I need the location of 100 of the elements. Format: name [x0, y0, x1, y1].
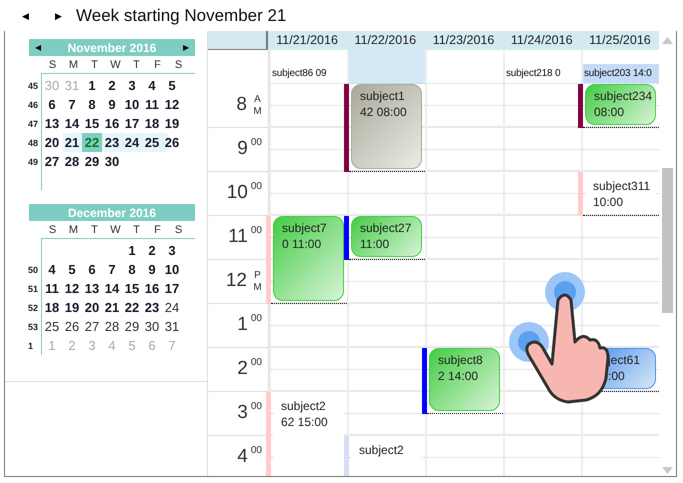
weekday-label: T: [90, 224, 99, 236]
all-day-cell[interactable]: [347, 50, 425, 84]
calendar-day[interactable]: 18: [142, 114, 162, 133]
event-card[interactable]: subject8 2 14:00: [429, 348, 500, 411]
all-day-cell[interactable]: [425, 50, 503, 84]
weekday-label: F: [153, 224, 162, 236]
event-card[interactable]: subject7 0 11:00: [273, 216, 344, 301]
calendar-day[interactable]: 29: [122, 317, 142, 336]
minutes-label: 00: [250, 182, 262, 194]
calendar-day[interactable]: 2: [142, 241, 162, 260]
minutes-label: 00: [250, 402, 262, 414]
am-pm-label: P M: [253, 270, 262, 295]
calendar-day[interactable]: 18: [42, 298, 62, 317]
calendar-day[interactable]: 1: [122, 241, 142, 260]
calendar-day[interactable]: 11: [142, 95, 162, 114]
calendar-day[interactable]: 6: [42, 95, 62, 114]
calendar-day[interactable]: 26: [162, 133, 182, 152]
calendar-day[interactable]: 14: [102, 279, 122, 298]
calendar-day[interactable]: 9: [142, 260, 162, 279]
event-card[interactable]: subject234 08:00: [585, 84, 656, 125]
calendar-day[interactable]: 26: [62, 317, 82, 336]
calendar-day[interactable]: 15: [122, 279, 142, 298]
scrollbar-thumb[interactable]: [662, 168, 673, 313]
calendar-day[interactable]: 19: [62, 298, 82, 317]
calendar-day[interactable]: 16: [142, 279, 162, 298]
calendar-day[interactable]: 24: [122, 133, 142, 152]
date-header[interactable]: 11/21/2016: [268, 31, 346, 50]
calendar-day[interactable]: 17: [162, 279, 182, 298]
calendar-day[interactable]: 20: [42, 133, 62, 152]
hour-label: 8: [236, 94, 247, 117]
calendar-day[interactable]: 10: [162, 260, 182, 279]
calendar-day[interactable]: 29: [82, 152, 102, 171]
calendar-day[interactable]: 9: [102, 95, 122, 114]
calendar-day[interactable]: 17: [122, 114, 142, 133]
calendar-day[interactable]: 13: [82, 279, 102, 298]
calendar-day[interactable]: 1: [82, 76, 102, 95]
calendar-day[interactable]: 22: [122, 298, 142, 317]
date-header[interactable]: 11/24/2016: [502, 31, 581, 50]
calendar-day[interactable]: 13: [42, 114, 62, 133]
hour-label: 11: [228, 226, 248, 249]
all-day-event[interactable]: subject203 14:0: [583, 64, 659, 83]
all-day-cell[interactable]: subject203 14:0: [581, 50, 659, 84]
all-day-event[interactable]: subject218 0: [505, 64, 581, 83]
calendar-day[interactable]: 4: [42, 260, 62, 279]
calendar-day[interactable]: 21: [102, 298, 122, 317]
calendar-day[interactable]: 3: [162, 241, 182, 260]
calendar-day[interactable]: 12: [62, 279, 82, 298]
calendar-day[interactable]: 31: [162, 317, 182, 336]
am-pm-label: A M: [253, 94, 262, 119]
month-title: November 2016: [68, 40, 156, 54]
calendar-day[interactable]: 5: [162, 76, 182, 95]
calendar-day[interactable]: 30: [142, 317, 162, 336]
calendar-day[interactable]: 21: [62, 133, 82, 152]
calendar-day[interactable]: 30: [102, 152, 122, 171]
calendar-day[interactable]: 28: [62, 152, 82, 171]
event-card[interactable]: subject27 11:00: [351, 216, 422, 257]
calendar-day[interactable]: 19: [162, 114, 182, 133]
minutes-label: 00: [250, 446, 262, 458]
week-number: 49: [28, 156, 40, 166]
calendar-day[interactable]: 7: [102, 260, 122, 279]
calendar-day[interactable]: 27: [42, 152, 62, 171]
calendar-day[interactable]: 28: [102, 317, 122, 336]
calendar-day[interactable]: 24: [162, 298, 182, 317]
all-day-cell[interactable]: subject218 0: [503, 50, 581, 84]
calendar-day[interactable]: 23: [142, 298, 162, 317]
week-number: 52: [28, 302, 40, 312]
calendar-day[interactable]: 12: [162, 95, 182, 114]
calendar-day[interactable]: 2: [102, 76, 122, 95]
calendar-day[interactable]: 15: [82, 114, 102, 133]
scroll-up-icon[interactable]: [662, 37, 674, 44]
hour-label: 2: [237, 358, 248, 381]
previous-week-button[interactable]: ◀: [14, 10, 37, 20]
calendar-day[interactable]: 14: [62, 114, 82, 133]
calendar-day[interactable]: 8: [122, 260, 142, 279]
calendar-day[interactable]: 8: [82, 95, 102, 114]
calendar-day[interactable]: 10: [122, 95, 142, 114]
calendar-day[interactable]: 5: [62, 260, 82, 279]
next-week-button[interactable]: ▶: [47, 10, 70, 20]
date-header[interactable]: 11/25/2016: [580, 31, 660, 50]
weekday-label: S: [48, 58, 58, 70]
event-card[interactable]: subject1 42 08:00: [351, 84, 422, 169]
calendar-day[interactable]: 25: [42, 317, 62, 336]
week-number: 51: [28, 284, 40, 294]
calendar-day[interactable]: 11: [42, 279, 62, 298]
calendar-day[interactable]: 7: [62, 95, 82, 114]
calendar-day[interactable]: 27: [82, 317, 102, 336]
calendar-day[interactable]: 25: [142, 133, 162, 152]
date-header[interactable]: 11/22/2016: [346, 31, 424, 50]
hour-label: 9: [237, 138, 248, 161]
calendar-day[interactable]: 20: [82, 298, 102, 317]
calendar-day[interactable]: 3: [122, 76, 142, 95]
previous-month-button[interactable]: ◀: [29, 43, 47, 52]
calendar-day[interactable]: 23: [102, 133, 122, 152]
calendar-day[interactable]: 4: [142, 76, 162, 95]
next-month-button[interactable]: ▶: [177, 43, 195, 52]
date-header[interactable]: 11/23/2016: [424, 31, 503, 50]
calendar-day[interactable]: 6: [82, 260, 102, 279]
calendar-day[interactable]: 16: [102, 114, 122, 133]
all-day-event[interactable]: subject86 09: [271, 64, 347, 83]
scroll-down-icon[interactable]: [662, 467, 673, 474]
